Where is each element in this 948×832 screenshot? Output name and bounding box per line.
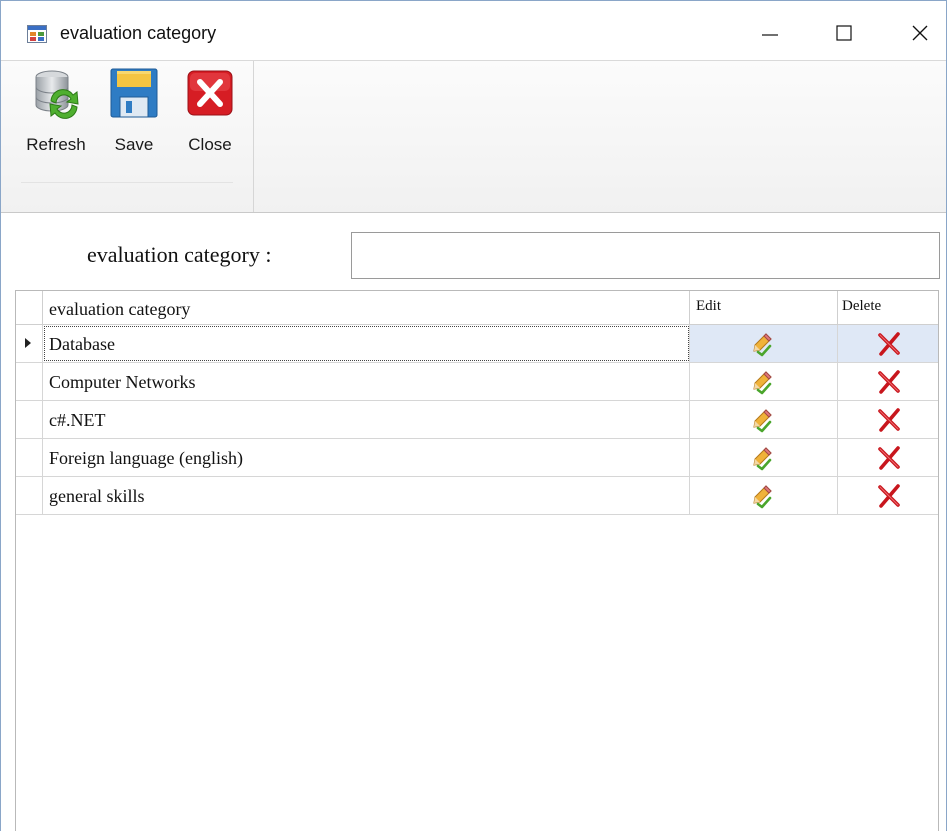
column-header-delete-label: Delete (842, 298, 882, 314)
edit-button[interactable] (750, 445, 776, 471)
minimize-button[interactable] (747, 10, 793, 56)
row-header[interactable] (16, 477, 43, 514)
grid-rows: Database Computer Networks c#.NET Foreig… (16, 325, 938, 515)
red-x-icon (878, 446, 900, 470)
delete-button[interactable] (876, 407, 902, 433)
save-button[interactable]: Save (105, 67, 163, 157)
minimize-icon (762, 34, 778, 36)
delete-cell (838, 439, 938, 476)
save-label: Save (114, 135, 154, 154)
grid-header: evaluation category Edit Delete (16, 291, 938, 325)
edit-button[interactable] (750, 331, 776, 357)
category-name-cell[interactable]: c#.NET (43, 401, 690, 438)
ribbon-group-divider (21, 182, 233, 183)
category-name-cell[interactable]: Database (43, 325, 690, 362)
table-row[interactable]: Database (16, 325, 938, 363)
pencil-check-icon (753, 485, 772, 509)
column-header-name-label: evaluation category (49, 299, 191, 319)
delete-cell (838, 477, 938, 514)
title-bar[interactable]: evaluation category (1, 1, 946, 60)
current-row-arrow-icon (25, 338, 31, 348)
row-header[interactable] (16, 439, 43, 476)
pencil-check-icon (753, 409, 772, 433)
edit-button[interactable] (750, 483, 776, 509)
app-form-icon (27, 25, 47, 43)
ribbon-group-actions: Refresh Save Close (1, 61, 254, 212)
red-x-icon (878, 332, 900, 356)
delete-cell (838, 363, 938, 400)
category-name: c#.NET (49, 410, 106, 430)
window-title: evaluation category (60, 23, 217, 43)
column-header-delete[interactable]: Delete (838, 291, 938, 324)
evaluation-category-input[interactable] (351, 232, 940, 279)
row-header[interactable] (16, 325, 43, 362)
edit-cell (690, 477, 838, 514)
edit-button[interactable] (750, 369, 776, 395)
table-row[interactable]: Computer Networks (16, 363, 938, 401)
category-name: Computer Networks (49, 372, 196, 392)
red-x-icon (878, 370, 900, 394)
database-refresh-icon (29, 67, 83, 121)
table-row[interactable]: c#.NET (16, 401, 938, 439)
edit-cell (690, 439, 838, 476)
row-header[interactable] (16, 401, 43, 438)
red-x-icon (878, 484, 900, 508)
delete-button[interactable] (876, 331, 902, 357)
categories-grid[interactable]: evaluation category Edit Delete Database (15, 290, 939, 831)
table-row[interactable]: general skills (16, 477, 938, 515)
delete-button[interactable] (876, 369, 902, 395)
edit-cell (690, 401, 838, 438)
close-button[interactable]: Close (179, 67, 241, 157)
close-label: Close (188, 135, 232, 154)
maximize-icon (836, 25, 852, 41)
category-name-cell[interactable]: Foreign language (english) (43, 439, 690, 476)
red-close-icon (183, 67, 237, 121)
column-header-edit-label: Edit (696, 298, 721, 314)
maximize-button[interactable] (821, 10, 867, 56)
close-window-button[interactable] (897, 10, 943, 56)
table-row[interactable]: Foreign language (english) (16, 439, 938, 477)
main-window: evaluation category Refresh Save Close e… (0, 0, 947, 831)
edit-cell (690, 363, 838, 400)
refresh-label: Refresh (26, 135, 86, 154)
close-icon (912, 25, 928, 41)
red-x-icon (878, 408, 900, 432)
category-name-cell[interactable]: Computer Networks (43, 363, 690, 400)
row-header-corner[interactable] (16, 291, 43, 324)
delete-cell (838, 401, 938, 438)
column-header-name[interactable]: evaluation category (43, 291, 690, 324)
pencil-check-icon (753, 447, 772, 471)
pencil-check-icon (753, 333, 772, 357)
edit-cell (690, 325, 838, 362)
category-name: Database (49, 334, 115, 354)
category-name: general skills (49, 486, 145, 506)
ribbon-toolbar: Refresh Save Close (1, 60, 946, 213)
pencil-check-icon (753, 371, 772, 395)
evaluation-category-label: evaluation category : (87, 242, 272, 267)
floppy-save-icon (107, 67, 161, 121)
category-name-cell[interactable]: general skills (43, 477, 690, 514)
category-name: Foreign language (english) (49, 448, 243, 468)
edit-button[interactable] (750, 407, 776, 433)
row-header[interactable] (16, 363, 43, 400)
column-header-edit[interactable]: Edit (690, 291, 838, 324)
refresh-button[interactable]: Refresh (19, 67, 93, 157)
delete-cell (838, 325, 938, 362)
delete-button[interactable] (876, 483, 902, 509)
delete-button[interactable] (876, 445, 902, 471)
